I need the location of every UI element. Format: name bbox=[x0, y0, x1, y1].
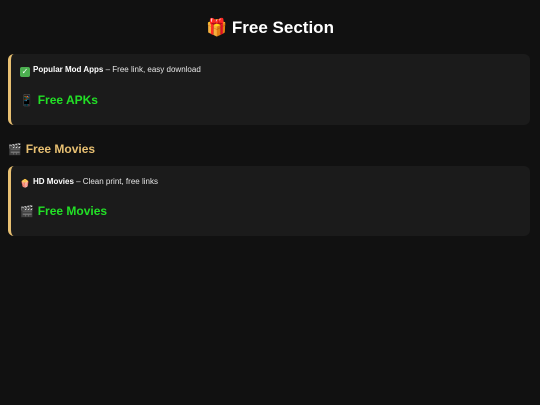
hd-movies-card: 🍿 HD Movies – Clean print, free links 🎬 Fr… bbox=[8, 166, 530, 236]
free-movies-link[interactable]: 🎬 Free Movies bbox=[20, 203, 107, 220]
card-name: Popular Mod Apps bbox=[33, 65, 104, 74]
card-description: 🍿 HD Movies – Clean print, free links bbox=[20, 176, 158, 189]
mobile-phone-icon: 📱 bbox=[20, 94, 34, 107]
page-title: 🎁 Free Section bbox=[0, 16, 540, 40]
free-apks-link[interactable]: 📱 Free APKs bbox=[20, 92, 98, 109]
section-heading-text: Free Movies bbox=[25, 142, 96, 156]
card-description: ✓ Popular Mod Apps – Free link, easy down… bbox=[20, 64, 201, 77]
card-description-text: – Free link, easy download bbox=[103, 65, 201, 74]
clapperboard-icon: 🎬 bbox=[8, 143, 22, 156]
popcorn-icon: 🍿 bbox=[20, 179, 30, 188]
mod-apps-card: ✓ Popular Mod Apps – Free link, easy down… bbox=[8, 54, 530, 125]
free-apks-link-label: Free APKs bbox=[37, 93, 98, 107]
free-movies-link-label: Free Movies bbox=[37, 204, 108, 218]
card-name: HD Movies bbox=[33, 177, 74, 186]
section-heading: 🎬 Free Movies bbox=[8, 141, 95, 158]
check-mark-icon: ✓ bbox=[20, 67, 30, 77]
clapperboard-icon: 🎬 bbox=[20, 205, 34, 218]
page: 🎁 Free Section ✓ Popular Mod Apps – Free … bbox=[0, 0, 540, 405]
gift-icon: 🎁 bbox=[206, 18, 228, 38]
card-description-text: – Clean print, free links bbox=[73, 177, 158, 186]
page-title-text: Free Section bbox=[231, 18, 334, 37]
